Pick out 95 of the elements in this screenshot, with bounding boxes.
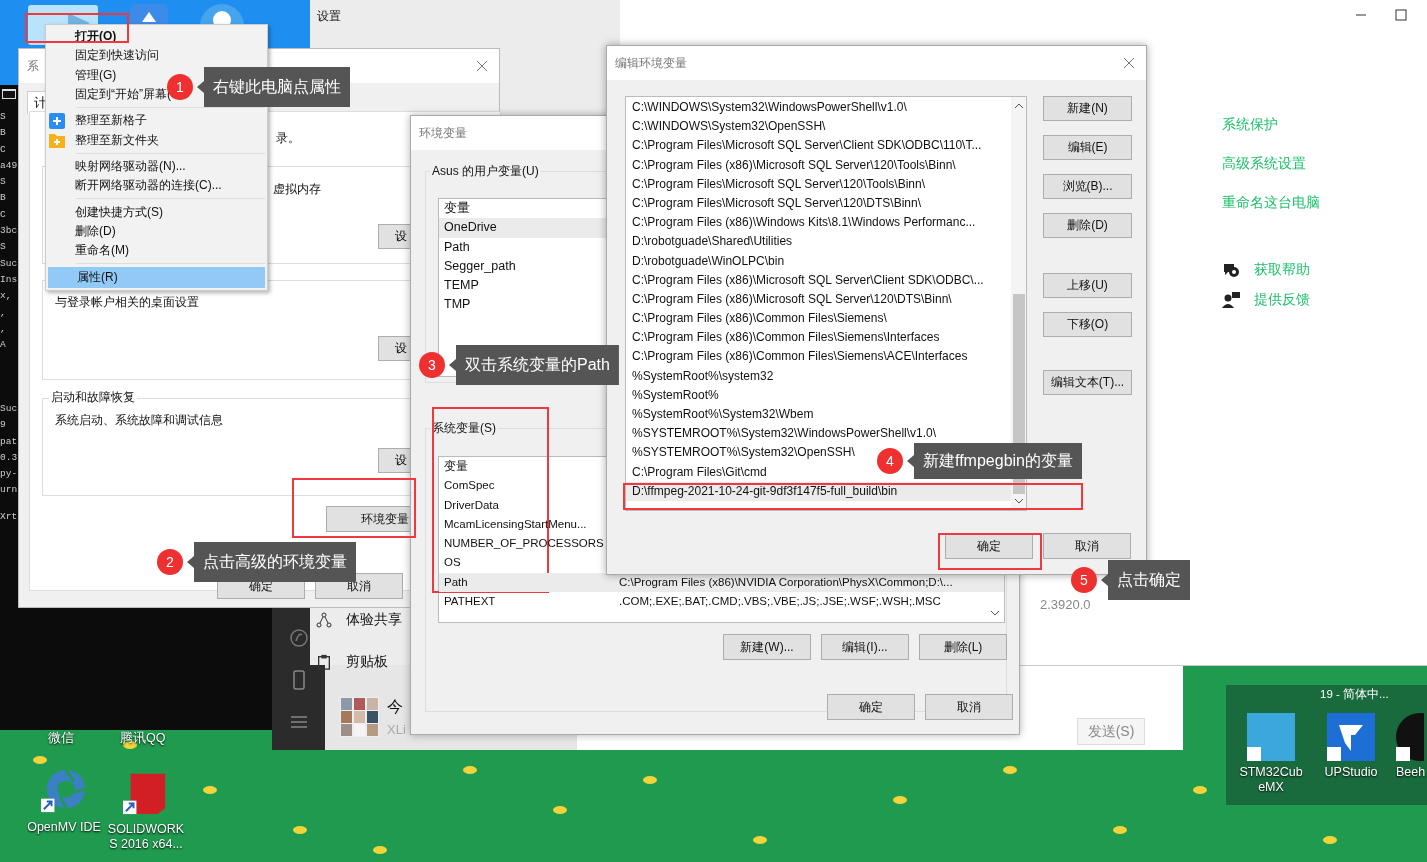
terminal-text: ,: [0, 321, 7, 336]
group-label: Asus 的用户变量(U): [430, 163, 541, 180]
description-text: 录。: [276, 130, 300, 147]
terminal-text: 3bc: [0, 224, 18, 239]
terminal-text: pat: [0, 434, 18, 449]
terminal-text: Suc: [0, 402, 18, 416]
version-text: 2.3920.0: [1040, 597, 1091, 612]
share-icon: [316, 612, 332, 628]
callout: 点击高级的环境变量: [187, 542, 356, 582]
scroll-up-icon[interactable]: [1013, 103, 1024, 109]
terminal-text: S: [0, 110, 7, 124]
list-row[interactable]: C:\WINDOWS\System32\WindowsPowerShell\v1.0\: [626, 98, 1011, 118]
list-row[interactable]: C:\Program Files (x86)\Common Files\Siemens\Interfaces: [626, 328, 1011, 348]
scroll-down-icon[interactable]: [990, 610, 1000, 616]
list-row[interactable]: %SystemRoot%: [626, 385, 1011, 405]
action-button[interactable]: 上移(U): [1043, 273, 1132, 298]
terminal-text: S: [0, 175, 7, 190]
terminal-text: a49: [0, 158, 18, 173]
settings-item[interactable]: 体验共享: [316, 611, 402, 629]
terminal-text: x,: [0, 289, 13, 304]
description-text: 系统启动、系统故障和调试信息: [55, 412, 223, 429]
terminal-text: A: [0, 338, 7, 353]
list-row[interactable]: C:\Program Files (x86)\Windows Kits\8.1\Windows Performanc...: [626, 213, 1011, 233]
terminal-text: B: [0, 191, 7, 206]
app-icon: [130, 4, 168, 26]
list-row[interactable]: C:\Program Files (x86)\Microsoft SQL Server\Client SDK\ODBC\...: [626, 270, 1011, 290]
action-button[interactable]: 浏览(B)...: [1043, 174, 1132, 199]
list-row[interactable]: C:\Program Files (x86)\Common Files\Siemens\: [626, 309, 1011, 329]
group-label: 启动和故障恢复: [49, 389, 137, 406]
description-text: 与登录帐户相关的桌面设置: [55, 294, 199, 311]
list-row[interactable]: D:\robotguade\Shared\Utilities: [626, 232, 1011, 252]
column-header: 变量: [444, 459, 469, 474]
terminal-text: C: [0, 142, 7, 157]
list-row[interactable]: C:\Program Files (x86)\Microsoft SQL Server\120\Tools\Binn\: [626, 155, 1011, 175]
plus-icon: [49, 112, 65, 129]
menu-item[interactable]: 创建快捷方式(S): [46, 202, 267, 222]
list-row[interactable]: C:\Program Files (x86)\Common Files\Siemens\ACE\Interfaces: [626, 347, 1011, 367]
list-row[interactable]: C:\Program Files\Microsoft SQL Server\120\Tools\Binn\: [626, 174, 1011, 194]
action-button[interactable]: 删除(D): [1043, 213, 1132, 238]
menu-item[interactable]: 删除(D): [46, 221, 267, 241]
callout: 双击系统变量的Path: [449, 345, 619, 385]
terminal-text: S: [0, 240, 7, 255]
callout: 右键此电脑点属性: [197, 67, 350, 107]
list-row[interactable]: D:\robotguade\WinOLPC\bin: [626, 251, 1011, 271]
scroll-down-icon[interactable]: [1013, 498, 1024, 504]
callout: 新建ffmpegbin的变量: [907, 443, 1082, 479]
ok-button[interactable]: 确定: [945, 533, 1033, 559]
callout: 点击确定: [1101, 560, 1190, 600]
terminal-text: B: [0, 126, 7, 141]
list-row[interactable]: PATHEXT .COM;.EXE;.BAT;.CMD;.VBS;.VBE;.JS;.JSE;.WSF;.WSH;.MSC: [439, 592, 1004, 612]
action-button[interactable]: 删除(L): [919, 634, 1007, 660]
list-row[interactable]: C:\Program Files (x86)\Microsoft SQL Server\120\DTS\Binn\: [626, 289, 1011, 310]
action-button[interactable]: 编辑(E): [1043, 135, 1132, 160]
list-row[interactable]: C:\Program Files\Microsoft SQL Server\120\DTS\Binn\: [626, 193, 1011, 214]
action-button[interactable]: 下移(O): [1043, 312, 1132, 337]
list-row[interactable]: %SYSTEMROOT%\System32\WindowsPowerShell\v1.0\: [626, 424, 1011, 444]
terminal-text: Suc: [0, 256, 18, 271]
folder-icon: [49, 132, 65, 149]
terminal-text: 0.3: [0, 450, 18, 465]
terminal-text: C: [0, 207, 7, 222]
terminal-text: 9: [0, 418, 7, 433]
close-icon[interactable]: [1124, 58, 1134, 68]
feedback-icon: [1222, 292, 1240, 308]
terminal-text: py-: [0, 467, 18, 482]
terminal-text: ,: [0, 305, 7, 320]
menu-item[interactable]: 整理至新文件夹: [46, 130, 267, 150]
terminal-text: urn: [0, 483, 18, 498]
menu-item[interactable]: 映射网络驱动器(N)...: [46, 156, 267, 177]
description-text: 虚拟内存: [273, 181, 321, 198]
help-icon: [1222, 262, 1240, 278]
menu-item[interactable]: 重命名(M): [46, 240, 267, 261]
window-title: 编辑环境变量: [615, 54, 687, 72]
close-icon[interactable]: [477, 61, 487, 71]
menu-item[interactable]: 属性(R): [48, 267, 265, 289]
link-icon: [288, 628, 309, 648]
action-button[interactable]: 新建(W)...: [723, 634, 811, 660]
menu-item[interactable]: 固定到快速访问: [46, 46, 267, 66]
list-row[interactable]: %SystemRoot%\system32: [626, 366, 1011, 386]
window-title: 环境变量: [419, 124, 467, 142]
list-row[interactable]: C:\Program Files\Microsoft SQL Server\Client SDK\ODBC\110\T...: [626, 136, 1011, 156]
action-button[interactable]: 新建(N): [1043, 96, 1132, 121]
menu-item[interactable]: 整理至新格子: [46, 111, 267, 131]
list-row[interactable]: D:\ffmpeg-2021-10-24-git-9df3f147f5-full_build\bin: [626, 481, 1011, 501]
terminal-text: Ins: [0, 272, 18, 287]
window-title: 设置: [316, 8, 342, 25]
list-row[interactable]: %SystemRoot%\System32\Wbem: [626, 405, 1011, 425]
cancel-button[interactable]: 取消: [1043, 533, 1131, 559]
column-header: 变量: [444, 200, 470, 217]
terminal-text: Xrt: [0, 510, 18, 524]
action-button[interactable]: 编辑文本(T)...: [1043, 370, 1132, 395]
menu-item[interactable]: 断开网络驱动器的连接(C)...: [46, 176, 267, 196]
list-row[interactable]: C:\WINDOWS\System32\OpenSSH\: [626, 117, 1011, 137]
action-button[interactable]: 编辑(I)...: [821, 634, 909, 660]
window-title: 系: [27, 57, 39, 75]
maximize-icon[interactable]: [1395, 9, 1407, 21]
